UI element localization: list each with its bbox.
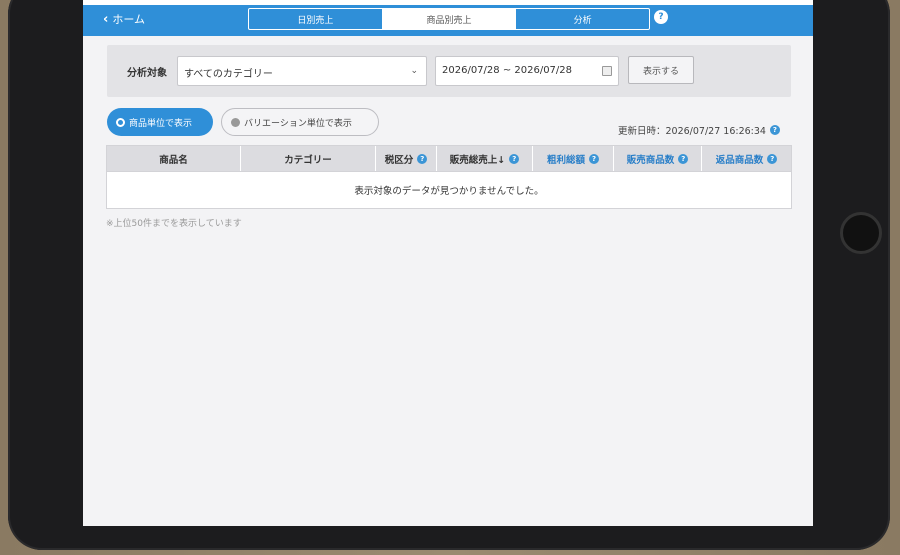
filter-label: 分析対象: [127, 68, 167, 79]
help-icon[interactable]: ?: [654, 10, 668, 24]
home-button[interactable]: [840, 212, 882, 254]
tab-daily-sales[interactable]: 日別売上: [249, 9, 383, 29]
col-product-name[interactable]: 商品名: [107, 146, 241, 171]
help-icon[interactable]: ?: [767, 153, 778, 164]
help-icon[interactable]: ?: [678, 153, 689, 164]
date-range-value: 2026/07/28 ~ 2026/07/28: [442, 65, 573, 76]
col-units-sold[interactable]: 販売商品数 ?: [614, 146, 702, 171]
help-icon[interactable]: ?: [509, 153, 520, 164]
toggle-product-unit[interactable]: 商品単位で表示: [107, 108, 213, 136]
col-label: 販売商品数: [626, 154, 675, 166]
radio-selected-icon: [116, 117, 125, 127]
show-button[interactable]: 表示する: [628, 56, 694, 84]
tab-analysis[interactable]: 分析: [516, 9, 649, 29]
col-units-returned[interactable]: 返品商品数 ?: [702, 146, 791, 171]
help-icon[interactable]: ?: [417, 153, 428, 164]
col-gross-profit[interactable]: 粗利総額 ?: [533, 146, 614, 171]
tab-product-sales[interactable]: 商品別売上: [382, 9, 517, 29]
updated-timestamp: 更新日時：2026/07/27 16:26:34 ?: [618, 123, 780, 137]
toggle-variation-unit[interactable]: バリエーション単位で表示: [221, 108, 379, 136]
chevron-left-icon: ‹: [103, 11, 109, 27]
sales-table: 商品名 カテゴリー 税区分 ? 販売総売上↓ ? 粗利総額 ? 販売商品数 ?: [106, 145, 792, 209]
date-range-input[interactable]: 2026/07/28 ~ 2026/07/28: [435, 56, 619, 86]
table-header: 商品名 カテゴリー 税区分 ? 販売総売上↓ ? 粗利総額 ? 販売商品数 ?: [107, 146, 791, 171]
report-tabs: 日別売上 商品別売上 分析: [248, 8, 650, 30]
filter-panel: 分析対象 すべてのカテゴリー ⌄ 2026/07/28 ~ 2026/07/28…: [107, 45, 791, 97]
col-label: 税区分: [384, 154, 414, 166]
chevron-down-icon: ⌄: [410, 66, 418, 76]
category-select[interactable]: すべてのカテゴリー ⌄: [177, 56, 427, 86]
top-bar: ‹ ホーム 日別売上 商品別売上 分析 ?: [83, 0, 813, 36]
radio-unselected-icon: [231, 117, 240, 127]
back-label: ホーム: [112, 13, 146, 26]
col-category[interactable]: カテゴリー: [241, 146, 376, 171]
status-strip: [83, 0, 813, 5]
col-label: 返品商品数: [715, 154, 764, 166]
updated-text: 更新日時：2026/07/27 16:26:34: [618, 126, 766, 137]
col-label: 粗利総額: [546, 154, 585, 166]
help-icon[interactable]: ?: [769, 125, 780, 135]
toggle-variation-label: バリエーション単位で表示: [244, 118, 352, 129]
app-screen: ‹ ホーム 日別売上 商品別売上 分析 ? 分析対象 すべてのカテゴリー ⌄ 2…: [83, 0, 813, 526]
col-label: 販売総売上↓: [449, 154, 506, 166]
col-label: カテゴリー: [284, 154, 332, 166]
help-icon[interactable]: ?: [589, 153, 599, 164]
footnote: ※上位50件までを表示しています: [106, 219, 242, 229]
col-tax-class[interactable]: 税区分 ?: [376, 146, 437, 171]
category-value: すべてのカテゴリー: [184, 69, 273, 80]
empty-message: 表示対象のデータが見つかりませんでした。: [107, 171, 791, 208]
col-total-sales[interactable]: 販売総売上↓ ?: [437, 146, 533, 171]
calendar-icon[interactable]: [602, 66, 612, 76]
col-label: 商品名: [159, 154, 188, 166]
toggle-product-label: 商品単位で表示: [129, 118, 193, 129]
back-button[interactable]: ‹ ホーム: [103, 11, 145, 27]
